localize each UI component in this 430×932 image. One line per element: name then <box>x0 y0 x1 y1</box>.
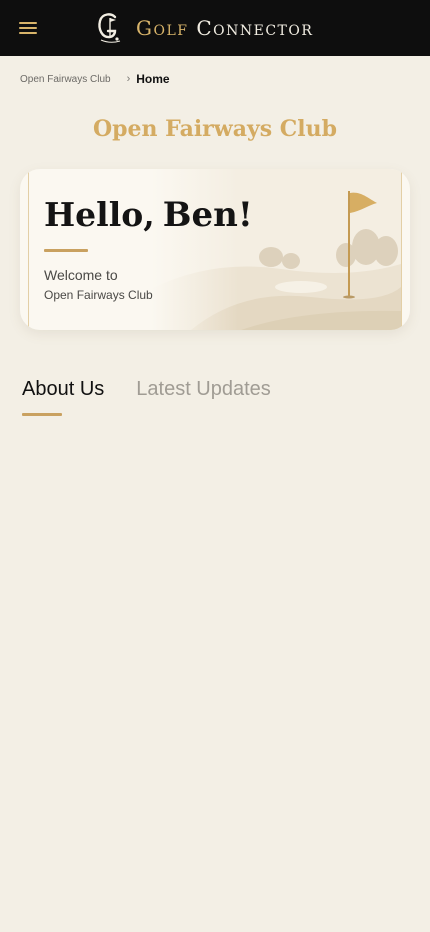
greeting-text: Hello, <box>44 195 155 234</box>
golf-course-flag-illustration <box>151 169 401 330</box>
breadcrumb-current: Home <box>136 72 170 86</box>
tab-about-us-label: About Us <box>22 378 105 400</box>
welcome-card: Hello, Ben! Welcome to Open Fairways Club <box>20 169 410 330</box>
greeting-divider <box>44 249 88 252</box>
tab-latest-updates-label: Latest Updates <box>136 378 271 400</box>
breadcrumb-parent-link[interactable]: Open Fairways Club <box>20 74 111 85</box>
tab-latest-updates[interactable]: Latest Updates <box>136 378 271 413</box>
golf-connector-logo <box>98 13 121 43</box>
greeting-heading: Hello, Ben! <box>44 195 253 235</box>
brand-word-golf: Golf <box>136 16 189 40</box>
user-name: Ben! <box>162 195 253 235</box>
card-border-right <box>401 169 402 330</box>
brand[interactable]: Golf Connector <box>96 12 313 44</box>
welcome-club-name: Open Fairways Club <box>44 288 153 302</box>
top-app-bar: Golf Connector <box>0 0 430 56</box>
tab-about-us[interactable]: About Us <box>22 378 105 416</box>
card-border-left <box>28 169 29 330</box>
breadcrumb: Open Fairways Club › Home <box>20 70 170 88</box>
page-title: Open Fairways Club <box>92 116 338 142</box>
brand-name: Golf Connector <box>136 16 313 40</box>
content-tabs: About Us Latest Updates <box>22 378 303 416</box>
brand-word-connector: Connector <box>196 16 314 40</box>
breadcrumb-separator-icon: › <box>126 73 131 85</box>
active-tab-indicator <box>22 413 62 416</box>
hamburger-menu-icon[interactable] <box>14 14 42 42</box>
welcome-label: Welcome to <box>44 267 118 283</box>
